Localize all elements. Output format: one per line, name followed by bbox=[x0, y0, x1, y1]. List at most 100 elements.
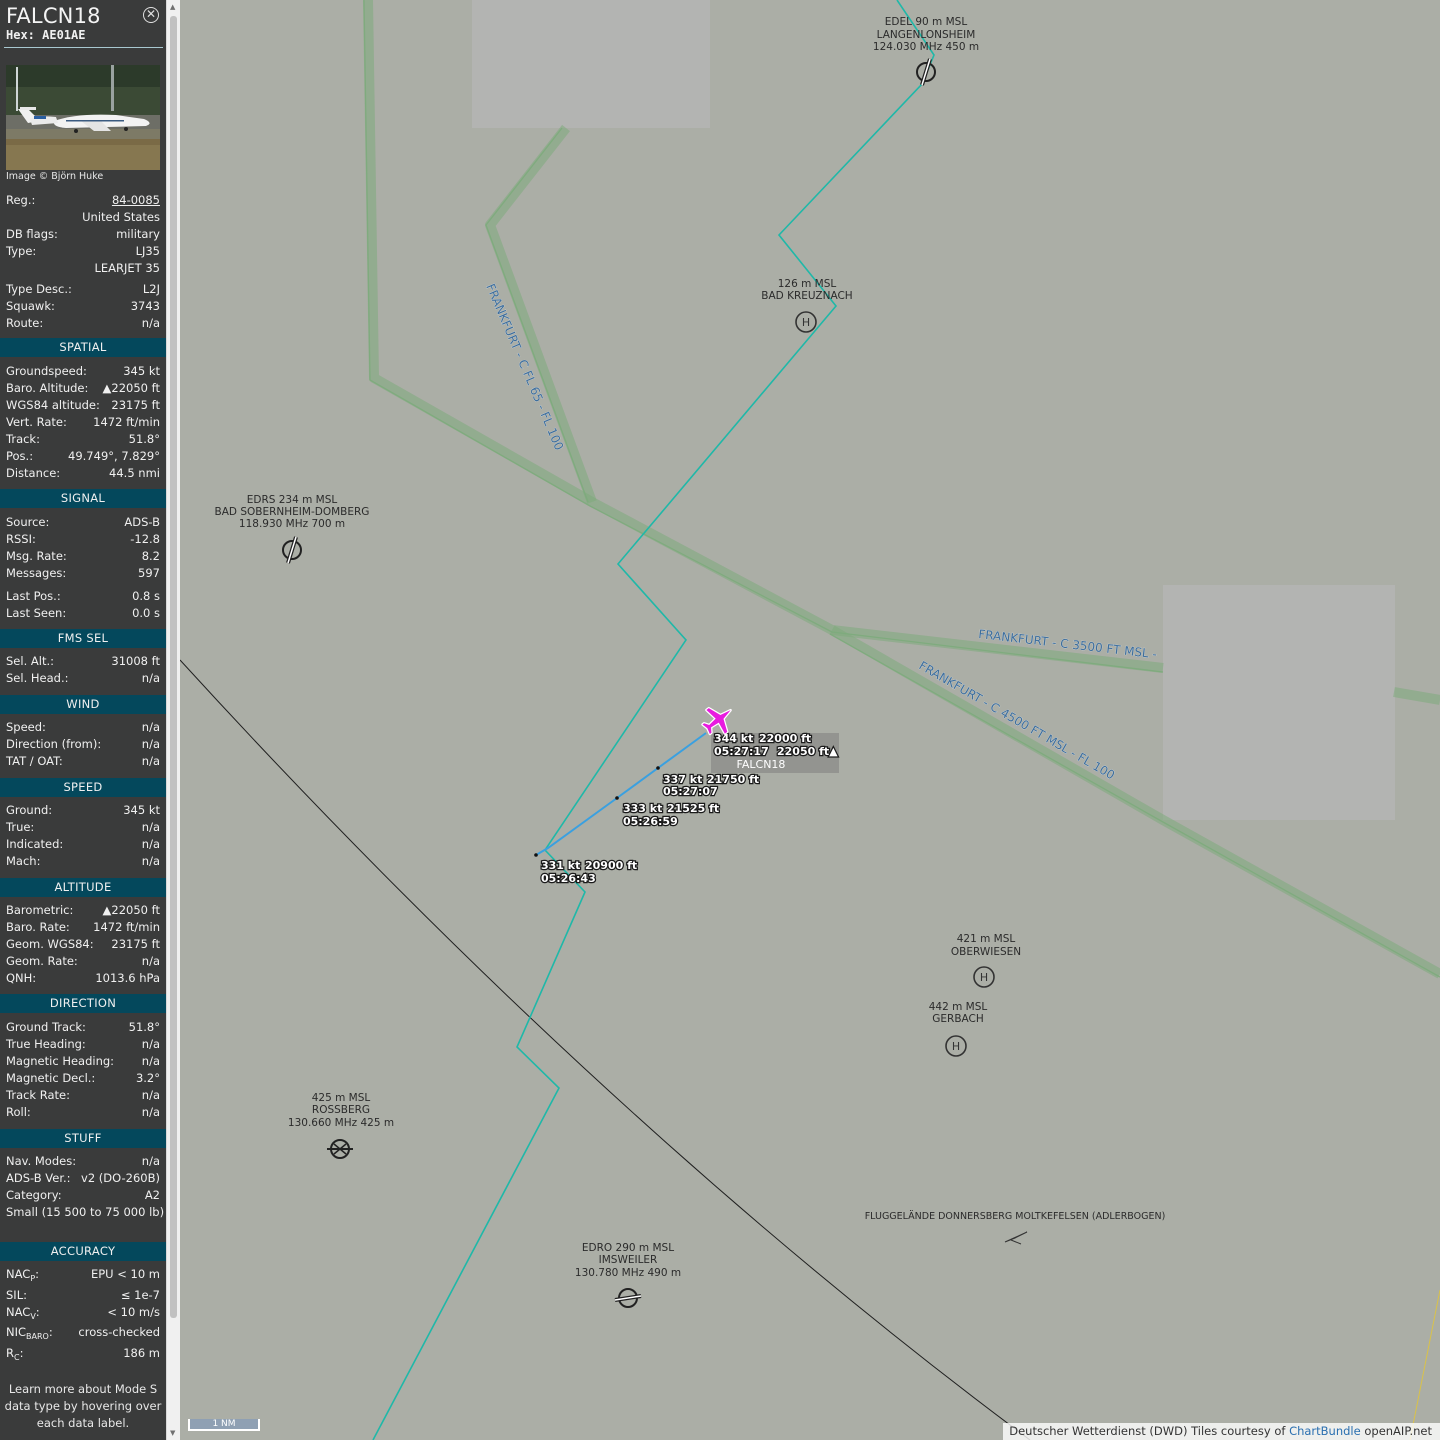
row-msg-rate: Msg. Rate: 8.2 bbox=[0, 549, 166, 566]
nav-modes-label[interactable]: Nav. Modes: bbox=[6, 1154, 76, 1168]
nacv-value: < 10 m/s bbox=[107, 1305, 160, 1319]
nic-baro-label[interactable]: NICBARO: bbox=[6, 1325, 53, 1341]
msg-rate-value: 8.2 bbox=[141, 549, 160, 563]
baro-rate-label[interactable]: Baro. Rate: bbox=[6, 920, 70, 934]
vert-rate-label[interactable]: Vert. Rate: bbox=[6, 415, 67, 429]
airspace-label-4500ft: FRANKFURT - C 4500 FT MSL - FL 100 bbox=[917, 658, 1118, 782]
airfield-edro[interactable]: EDRO 290 m MSL IMSWEILER 130.780 MHz 490… bbox=[575, 1242, 681, 1279]
map-view[interactable]: FRANKFURT - C FL 65 - FL 100 FRANKFURT -… bbox=[180, 0, 1440, 1440]
aircraft-label-altitude: 22000 ft bbox=[759, 732, 811, 745]
row-nic-baro: NICBARO: cross-checked bbox=[0, 1325, 166, 1342]
chartbundle-link[interactable]: ChartBundle bbox=[1289, 1424, 1361, 1438]
airport-runway-icon bbox=[614, 1288, 642, 1308]
scroll-down-arrow-icon[interactable]: ▼ bbox=[170, 1429, 175, 1437]
indicated-speed-label[interactable]: Indicated: bbox=[6, 837, 63, 851]
source-value: ADS-B bbox=[124, 515, 160, 529]
qnh-label[interactable]: QNH: bbox=[6, 971, 36, 985]
row-geom-rate: Geom. Rate: n/a bbox=[0, 954, 166, 971]
section-spatial[interactable]: SPATIAL bbox=[0, 338, 166, 357]
wind-direction-label[interactable]: Direction (from): bbox=[6, 737, 101, 751]
baro-altitude-value: ▲22050 ft bbox=[102, 381, 160, 395]
last-seen-label[interactable]: Last Seen: bbox=[6, 606, 66, 620]
adsb-version-label[interactable]: ADS-B Ver.: bbox=[6, 1171, 71, 1185]
airfield-edel-line2: LANGENLONSHEIM bbox=[877, 29, 976, 41]
magnetic-heading-label[interactable]: Magnetic Heading: bbox=[6, 1054, 114, 1068]
geom-rate-label[interactable]: Geom. Rate: bbox=[6, 954, 78, 968]
ground-track-label[interactable]: Ground Track: bbox=[6, 1020, 86, 1034]
tat-oat-label[interactable]: TAT / OAT: bbox=[6, 754, 63, 768]
magnetic-decl-label[interactable]: Magnetic Decl.: bbox=[6, 1071, 95, 1085]
heliport-gerbach[interactable]: 442 m MSL GERBACH bbox=[929, 1001, 988, 1025]
heliport-gb-line1: 442 m MSL bbox=[929, 1001, 988, 1013]
sel-head-label[interactable]: Sel. Head.: bbox=[6, 671, 68, 685]
geom-wgs84-label[interactable]: Geom. WGS84: bbox=[6, 937, 94, 951]
baro-altitude-label[interactable]: Baro. Altitude: bbox=[6, 381, 88, 395]
glider-site-icon bbox=[327, 1139, 353, 1159]
route-value: n/a bbox=[141, 316, 160, 330]
rssi-label[interactable]: RSSI: bbox=[6, 532, 36, 546]
last-pos-label[interactable]: Last Pos.: bbox=[6, 589, 61, 603]
nacp-label[interactable]: NACP: bbox=[6, 1267, 39, 1283]
heliport-ow-line2: OBERWIESEN bbox=[951, 946, 1021, 958]
section-signal[interactable]: SIGNAL bbox=[0, 489, 166, 508]
airfield-edrs[interactable]: EDRS 234 m MSL BAD SOBERNHEIM-DOMBERG 11… bbox=[215, 494, 370, 530]
section-fms-sel[interactable]: FMS SEL bbox=[0, 629, 166, 648]
section-wind[interactable]: WIND bbox=[0, 695, 166, 714]
scroll-up-arrow-icon[interactable]: ▲ bbox=[170, 3, 175, 11]
category-label[interactable]: Category: bbox=[6, 1188, 62, 1202]
radar-tile-right bbox=[1163, 585, 1395, 820]
track-rate-value: n/a bbox=[141, 1088, 160, 1102]
row-sel-head: Sel. Head.: n/a bbox=[0, 671, 166, 688]
callsign-title: FALCN18 bbox=[6, 4, 101, 28]
aircraft-photo[interactable] bbox=[6, 65, 160, 170]
sel-alt-label[interactable]: Sel. Alt.: bbox=[6, 654, 54, 668]
close-icon[interactable]: ✕ bbox=[143, 7, 159, 23]
true-speed-label[interactable]: True: bbox=[6, 820, 34, 834]
heliport-bk-line1: 126 m MSL bbox=[778, 278, 837, 290]
trail-2-altitude: 21525 ft bbox=[667, 802, 719, 815]
row-qnh: QNH: 1013.6 hPa bbox=[0, 971, 166, 988]
section-accuracy[interactable]: ACCURACY bbox=[0, 1242, 166, 1261]
scrollbar-thumb[interactable] bbox=[170, 16, 177, 1318]
row-reg: Reg.: 84-0085 bbox=[0, 193, 166, 210]
aircraft-label-time: 05:27:17 bbox=[714, 745, 769, 758]
true-heading-label[interactable]: True Heading: bbox=[6, 1037, 86, 1051]
mach-label[interactable]: Mach: bbox=[6, 854, 40, 868]
ground-speed-label[interactable]: Ground: bbox=[6, 803, 52, 817]
row-position: Pos.: 49.749°, 7.829° bbox=[0, 449, 166, 466]
row-ground-speed: Ground: 345 kt bbox=[0, 803, 166, 820]
distance-label[interactable]: Distance: bbox=[6, 466, 60, 480]
wind-speed-label[interactable]: Speed: bbox=[6, 720, 46, 734]
reg-link[interactable]: 84-0085 bbox=[112, 193, 160, 207]
rc-label[interactable]: RC: bbox=[6, 1346, 23, 1362]
groundspeed-label[interactable]: Groundspeed: bbox=[6, 364, 87, 378]
section-speed[interactable]: SPEED bbox=[0, 778, 166, 797]
section-direction[interactable]: DIRECTION bbox=[0, 994, 166, 1013]
barometric-label[interactable]: Barometric: bbox=[6, 903, 73, 917]
airfield-rossberg[interactable]: 425 m MSL ROSSBERG 130.660 MHz 425 m bbox=[288, 1092, 394, 1129]
nacv-label[interactable]: NACV: bbox=[6, 1305, 40, 1321]
magnetic-decl-value: 3.2° bbox=[135, 1071, 160, 1085]
track-label[interactable]: Track: bbox=[6, 432, 40, 446]
heliport-oberwiesen[interactable]: 421 m MSL OBERWIESEN bbox=[951, 933, 1021, 958]
source-label[interactable]: Source: bbox=[6, 515, 49, 529]
sidebar-scrollbar[interactable]: ▲ ▼ bbox=[166, 0, 180, 1440]
row-vert-rate: Vert. Rate: 1472 ft/min bbox=[0, 415, 166, 432]
messages-label[interactable]: Messages: bbox=[6, 566, 66, 580]
trail-1-time: 05:27:07 bbox=[663, 785, 718, 798]
position-label[interactable]: Pos.: bbox=[6, 449, 33, 463]
wgs84-altitude-label[interactable]: WGS84 altitude: bbox=[6, 398, 100, 412]
hang-glider-site[interactable]: FLUGGELÄNDE DONNERSBERG MOLTKEFELSEN (AD… bbox=[865, 1211, 1166, 1222]
typedesc-label: Type Desc.: bbox=[6, 282, 72, 296]
airfield-edel[interactable]: EDEL 90 m MSL LANGENLONSHEIM 124.030 MHz… bbox=[873, 16, 979, 53]
section-altitude[interactable]: ALTITUDE bbox=[0, 878, 166, 897]
row-nacv: NACV: < 10 m/s bbox=[0, 1305, 166, 1322]
roll-label[interactable]: Roll: bbox=[6, 1105, 31, 1119]
track-rate-label[interactable]: Track Rate: bbox=[6, 1088, 70, 1102]
heliport-bad-kreuznach[interactable]: 126 m MSL BAD KREUZNACH bbox=[761, 278, 852, 302]
aircraft-photo-image bbox=[6, 65, 160, 170]
section-stuff[interactable]: STUFF bbox=[0, 1129, 166, 1148]
row-nacp: NACP: EPU < 10 m bbox=[0, 1267, 166, 1284]
sil-label[interactable]: SIL: bbox=[6, 1288, 27, 1302]
msg-rate-label[interactable]: Msg. Rate: bbox=[6, 549, 67, 563]
